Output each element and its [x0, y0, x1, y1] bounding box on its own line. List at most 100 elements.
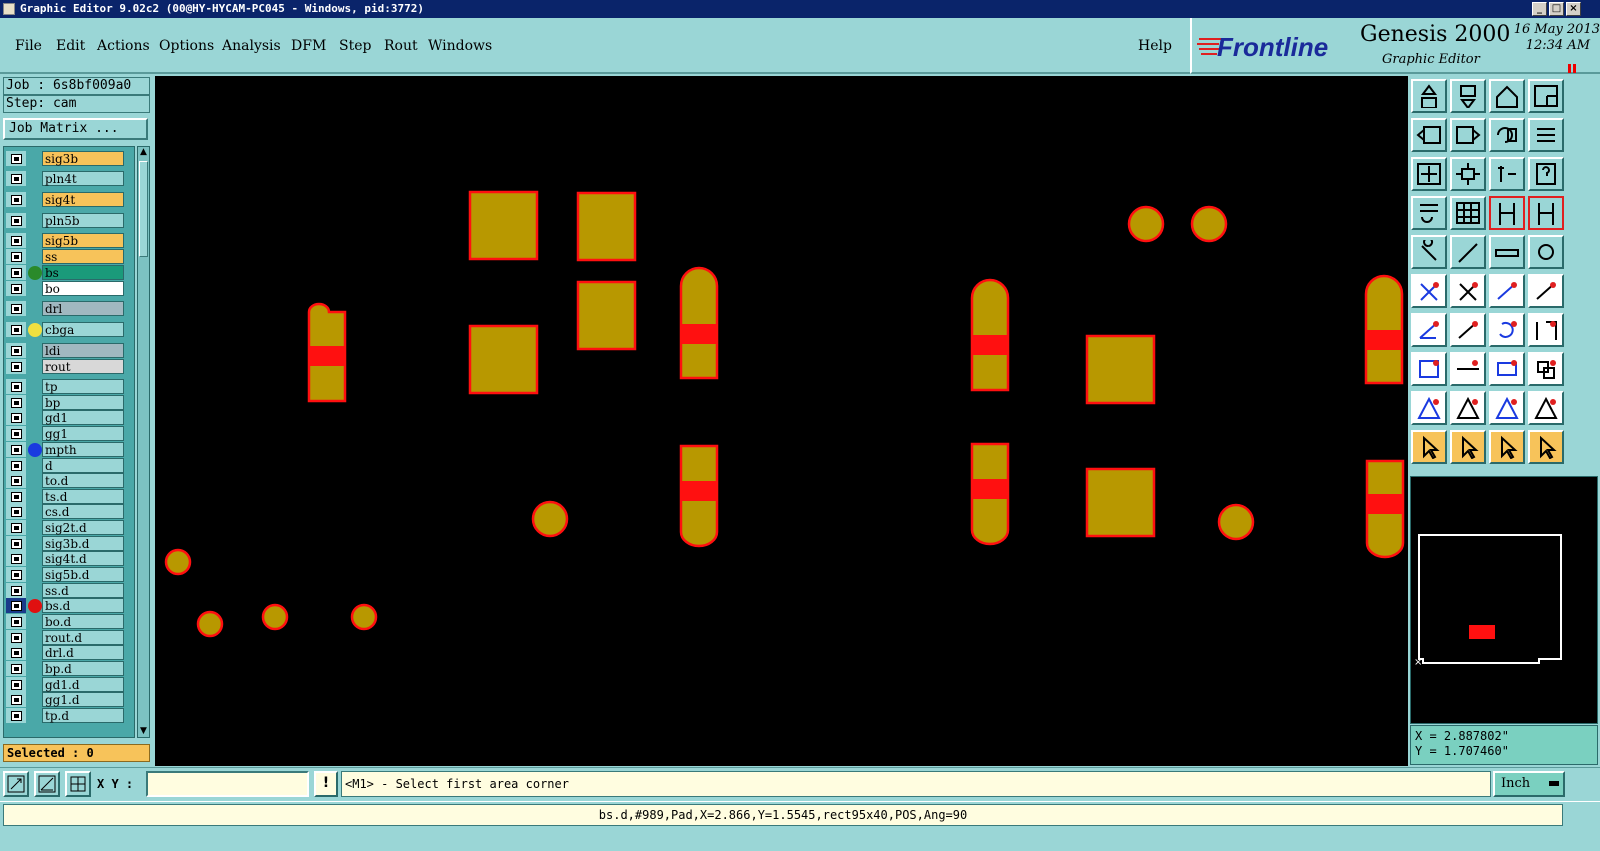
layer-row-bp-d[interactable]: bp.d — [6, 661, 124, 676]
layer-name[interactable]: sig5b.d — [42, 567, 124, 582]
layer-checkbox[interactable] — [11, 680, 22, 690]
layer-row-pln4t[interactable]: pln4t — [6, 171, 124, 186]
cross-button[interactable] — [1450, 274, 1486, 308]
layer-row-d[interactable]: d — [6, 458, 124, 473]
pan-left-button[interactable] — [1411, 118, 1447, 152]
arc-button[interactable] — [1411, 313, 1447, 347]
layer-name[interactable]: to.d — [42, 473, 124, 488]
layer-name[interactable]: bo.d — [42, 614, 124, 629]
layer-checkbox[interactable] — [11, 284, 22, 294]
layer-row-sig5b-d[interactable]: sig5b.d — [6, 567, 124, 582]
layer-name[interactable]: sig3b — [42, 151, 124, 166]
grid-button[interactable] — [1450, 196, 1486, 230]
layer-name[interactable]: sig2t.d — [42, 520, 124, 535]
overview-map[interactable]: × — [1410, 476, 1598, 724]
scroll-up-icon[interactable]: ▲ — [138, 147, 149, 158]
layer-row-ts-d[interactable]: ts.d — [6, 489, 124, 504]
layer-row-sig3b[interactable]: sig3b — [6, 151, 124, 166]
layer-row-pln5b[interactable]: pln5b — [6, 213, 124, 228]
menu-step[interactable]: Step — [339, 38, 371, 54]
menu-edit[interactable]: Edit — [56, 38, 85, 54]
layer-row-bs[interactable]: bs — [6, 265, 124, 280]
layer-checkbox[interactable] — [11, 523, 22, 533]
layer-name[interactable]: gg1.d — [42, 692, 124, 707]
layer-row-gd1-d[interactable]: gd1.d — [6, 677, 124, 692]
layer-checkbox[interactable] — [11, 154, 22, 164]
menu-file[interactable]: File — [15, 38, 42, 54]
layer-row-mpth[interactable]: mpth — [6, 442, 124, 457]
layer-checkbox[interactable] — [11, 413, 22, 423]
query-button[interactable] — [1528, 157, 1564, 191]
xy-input[interactable] — [146, 771, 309, 797]
menu-help[interactable]: Help — [1138, 38, 1172, 54]
layer-row-drl-d[interactable]: drl.d — [6, 645, 124, 660]
pcb-drawing[interactable] — [155, 76, 1408, 766]
scroll-down-icon[interactable]: ▼ — [138, 726, 149, 737]
layer-checkbox[interactable] — [11, 648, 22, 658]
menu-options[interactable]: Options — [159, 38, 214, 54]
layer-name[interactable]: pln4t — [42, 171, 124, 186]
add-line-button[interactable] — [1450, 235, 1486, 269]
layer-name[interactable]: tp — [42, 379, 124, 394]
layer-row-drl[interactable]: drl — [6, 301, 124, 316]
layer-name[interactable]: gg1 — [42, 426, 124, 441]
menu-dfm[interactable]: DFM — [291, 38, 326, 54]
layer-name[interactable]: gd1 — [42, 410, 124, 425]
layer-name[interactable]: gd1.d — [42, 677, 124, 692]
measure-button[interactable] — [1489, 235, 1525, 269]
layer-checkbox[interactable] — [11, 445, 22, 455]
add-pad-button[interactable] — [1411, 235, 1447, 269]
resize-button[interactable] — [1489, 352, 1525, 386]
fit-window-button[interactable] — [1528, 79, 1564, 113]
layer-checkbox[interactable] — [11, 346, 22, 356]
layer-name[interactable]: cbga — [42, 322, 124, 337]
layer-checkbox[interactable] — [11, 586, 22, 596]
layer-name[interactable]: bs.d — [42, 598, 124, 613]
layer-name[interactable]: sig3b.d — [42, 536, 124, 551]
layer-name[interactable]: pln5b — [42, 213, 124, 228]
layer-row-sig3b-d[interactable]: sig3b.d — [6, 536, 124, 551]
layer-checkbox[interactable] — [11, 664, 22, 674]
menu-analysis[interactable]: Analysis — [222, 38, 281, 54]
warning-button[interactable]: ! — [314, 771, 338, 797]
layer-checkbox[interactable] — [11, 461, 22, 471]
layer-name[interactable]: bp — [42, 395, 124, 410]
layer-checkbox[interactable] — [11, 429, 22, 439]
layer-row-rout-d[interactable]: rout.d — [6, 630, 124, 645]
menu-windows[interactable]: Windows — [428, 38, 492, 54]
flip-button[interactable] — [1528, 313, 1564, 347]
layer-row-gd1[interactable]: gd1 — [6, 410, 124, 425]
select-box-button[interactable] — [1411, 352, 1447, 386]
layer-checkbox[interactable] — [11, 507, 22, 517]
scroll-thumb[interactable] — [139, 161, 148, 257]
layer-checkbox[interactable] — [11, 476, 22, 486]
undo-button[interactable] — [1489, 313, 1525, 347]
rotate-button[interactable] — [1489, 118, 1525, 152]
graphic-canvas[interactable] — [155, 76, 1408, 766]
layer-name[interactable]: sig5b — [42, 233, 124, 248]
layer-row-bo[interactable]: bo — [6, 281, 124, 296]
connect-button[interactable] — [1411, 274, 1447, 308]
layer-row-bo-d[interactable]: bo.d — [6, 614, 124, 629]
layer-row-ss-d[interactable]: ss.d — [6, 583, 124, 598]
grid-button[interactable] — [65, 771, 91, 797]
home-button[interactable] — [1489, 79, 1525, 113]
layer-row-rout[interactable]: rout — [6, 359, 124, 374]
job-matrix-button[interactable]: Job Matrix ... — [3, 118, 148, 140]
close-button[interactable]: × — [1566, 2, 1581, 16]
layer-checkbox[interactable] — [11, 174, 22, 184]
split-button[interactable] — [1450, 352, 1486, 386]
layer-checkbox[interactable] — [11, 601, 22, 611]
net-button[interactable] — [1489, 196, 1525, 230]
layer-name[interactable]: tp.d — [42, 708, 124, 723]
tri2-button[interactable] — [1450, 391, 1486, 425]
layer-name[interactable]: bo — [42, 281, 124, 296]
layer-name[interactable]: drl.d — [42, 645, 124, 660]
layer-row-bp[interactable]: bp — [6, 395, 124, 410]
layer-checkbox[interactable] — [11, 252, 22, 262]
layer-name[interactable]: sig4t.d — [42, 551, 124, 566]
layer-row-tp-d[interactable]: tp.d — [6, 708, 124, 723]
layer-name[interactable]: sig4t — [42, 192, 124, 207]
layer-checkbox[interactable] — [11, 362, 22, 372]
settings-button[interactable] — [1411, 196, 1447, 230]
